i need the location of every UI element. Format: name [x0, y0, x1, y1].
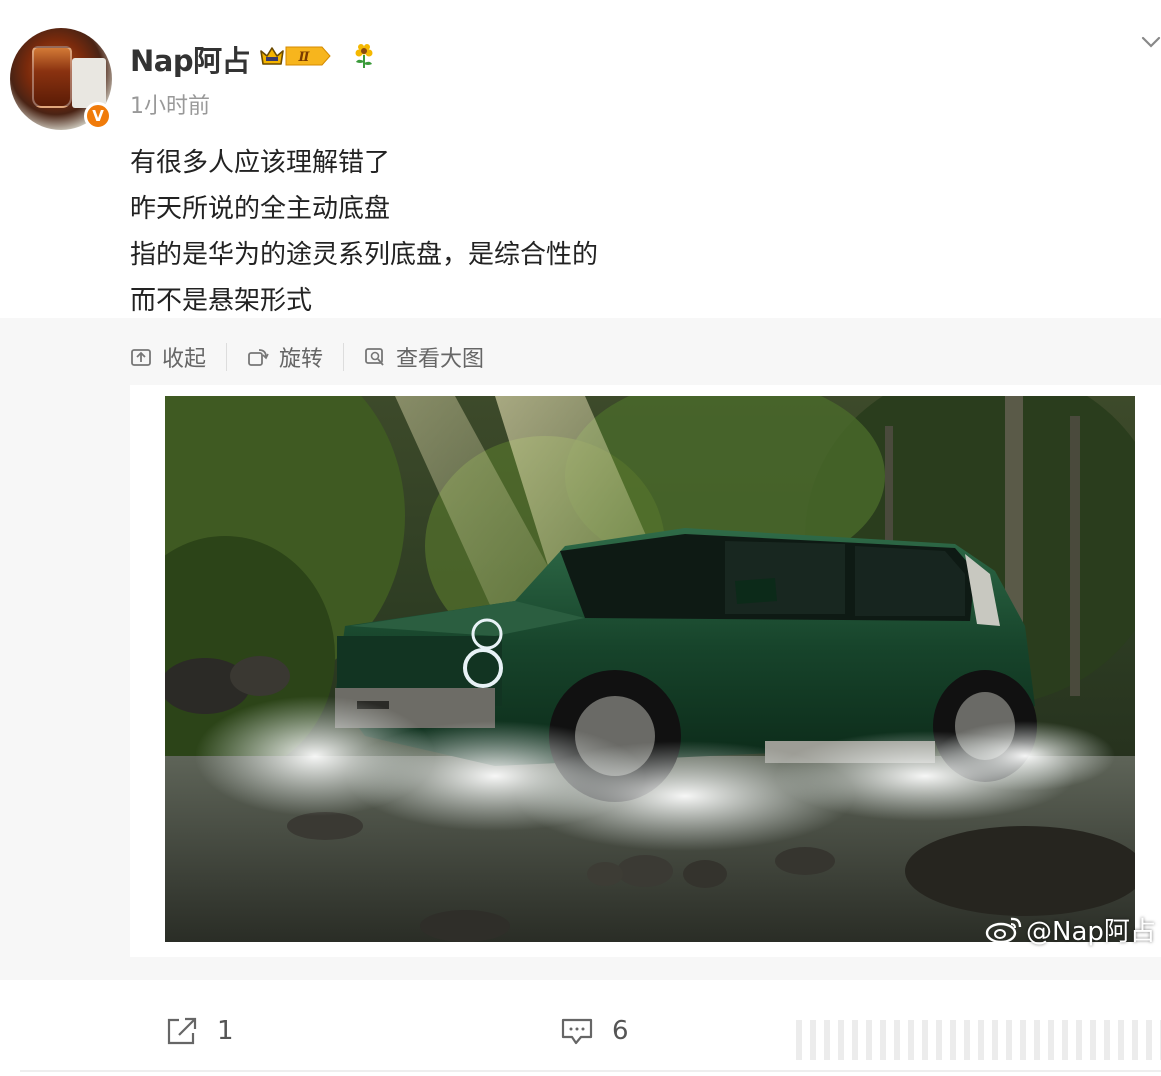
suv-photo [165, 396, 1135, 942]
view-large-icon [365, 348, 384, 366]
view-large-label: 查看大图 [396, 347, 485, 372]
post-body: 有很多人应该理解错了 昨天所说的全主动底盘 指的是华为的途灵系列底盘，是综合性的… [130, 140, 1130, 324]
avatar-background [72, 58, 106, 108]
toolbar-divider [343, 343, 345, 371]
comment-count: 6 [612, 1016, 629, 1046]
collapse-label: 收起 [162, 347, 207, 372]
post-line: 指的是华为的途灵系列底盘，是综合性的 [130, 240, 599, 270]
author-name[interactable]: Nap阿占 [130, 38, 251, 80]
chevron-down-icon[interactable] [1140, 34, 1161, 50]
post-line: 昨天所说的全主动底盘 [130, 194, 391, 224]
post-line: 有很多人应该理解错了 [130, 148, 391, 178]
rotate-icon [248, 349, 269, 366]
flower-icon [355, 44, 373, 68]
level-text: Ⅱ [298, 50, 311, 65]
view-large-button[interactable]: 查看大图 [364, 340, 484, 374]
collapse-icon [131, 349, 151, 366]
post-time[interactable]: 1小时前 [130, 88, 210, 120]
comment-icon [561, 1018, 593, 1045]
repost-button[interactable]: 1 [165, 1016, 234, 1046]
media-toolbar: 收起 旋转 查看大图 [130, 340, 484, 374]
weibo-logo-icon [985, 917, 1022, 944]
toolbar-divider [226, 343, 228, 371]
repost-count: 1 [217, 1016, 234, 1046]
image-watermark: @Nap阿占 [984, 912, 1156, 947]
rotate-label: 旋转 [279, 347, 324, 372]
like-area-blurred[interactable] [796, 1020, 1161, 1060]
repost-icon [167, 1017, 197, 1045]
comment-button[interactable]: 6 [560, 1016, 629, 1046]
crown-level-badge-icon[interactable]: Ⅱ [258, 42, 334, 70]
watermark-text: @Nap阿占 [1026, 916, 1156, 947]
avatar-glass [32, 46, 72, 108]
verified-badge: V [84, 102, 112, 130]
collapse-button[interactable]: 收起 [130, 340, 206, 374]
rotate-button[interactable]: 旋转 [247, 340, 323, 374]
post-image[interactable] [165, 396, 1135, 942]
action-bar: 1 6 [0, 1000, 1161, 1070]
bottom-divider [20, 1070, 1161, 1072]
